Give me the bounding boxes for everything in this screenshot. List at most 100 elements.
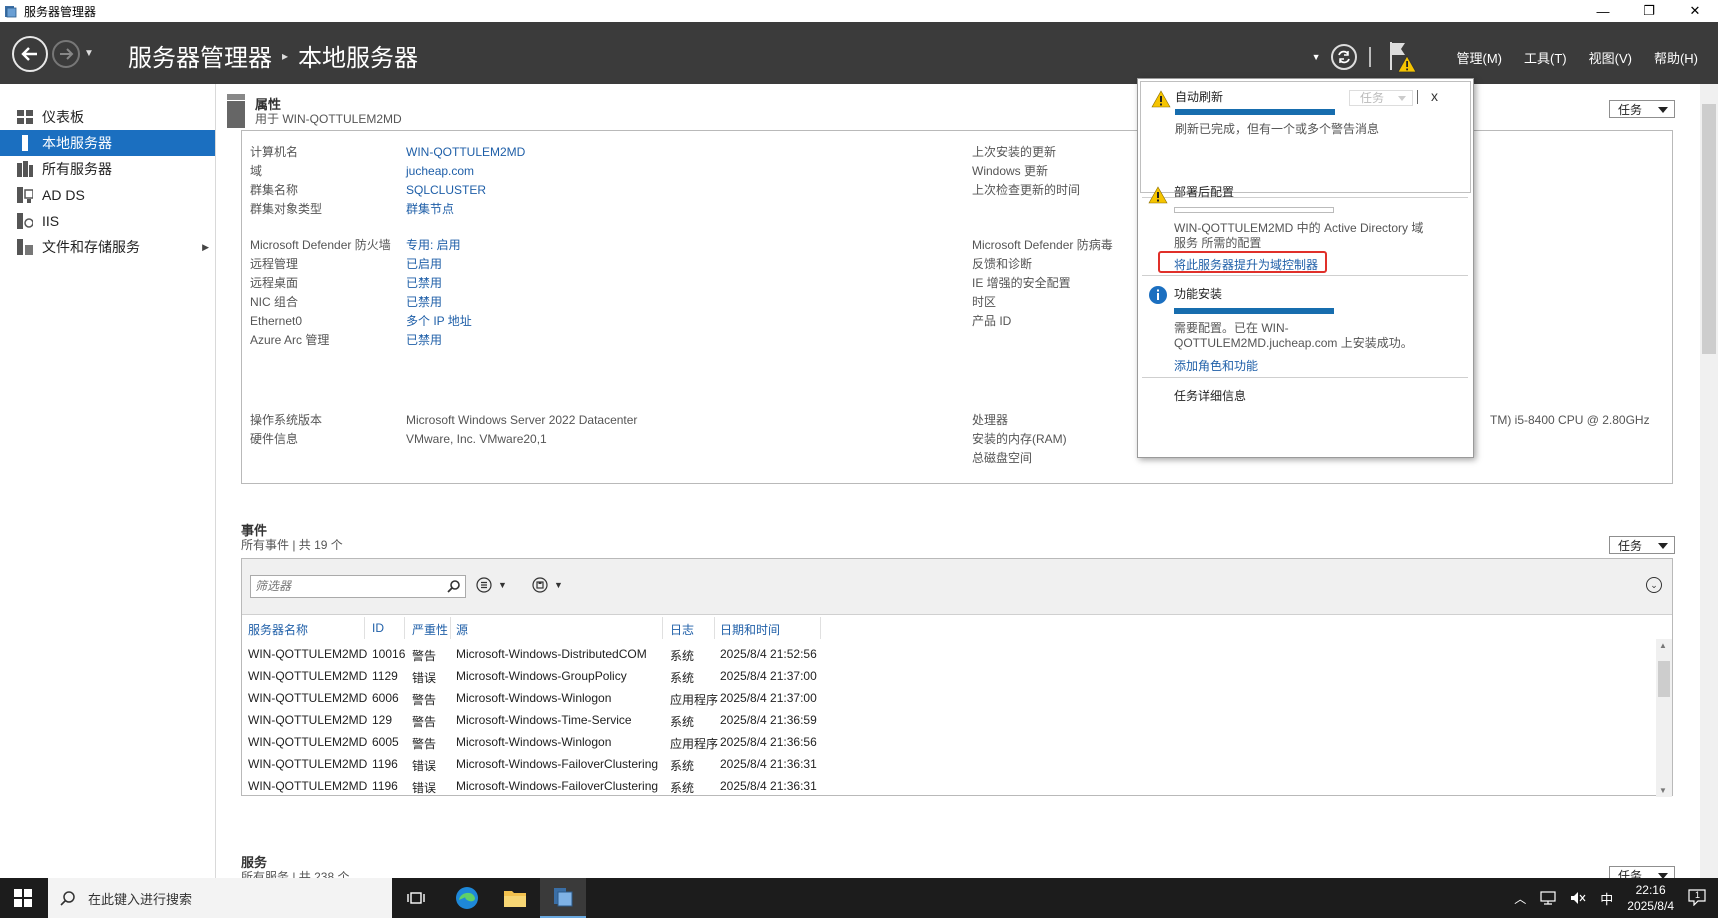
firewall-link[interactable]: 专用: 启用 bbox=[406, 236, 461, 255]
sidebar-item-iis[interactable]: IIS bbox=[0, 208, 215, 234]
menu-help[interactable]: 帮助(H) bbox=[1654, 48, 1698, 67]
azure-arc-link[interactable]: 已禁用 bbox=[406, 331, 442, 350]
table-cell: WIN-QOTTULEM2MD bbox=[248, 757, 368, 771]
sidebar-item-label: 文件和存储服务 bbox=[42, 239, 140, 255]
table-row[interactable]: WIN-QOTTULEM2MD 6005 警告 Microsoft-Windows-W… bbox=[242, 731, 1542, 753]
table-cell: 系统 bbox=[670, 759, 695, 773]
computer-name-link[interactable]: WIN-QOTTULEM2MD bbox=[406, 143, 525, 162]
collapse-toggle-button[interactable]: ⌄ bbox=[1646, 577, 1662, 593]
network-icon[interactable] bbox=[1540, 891, 1556, 905]
col-id[interactable]: ID bbox=[372, 621, 384, 635]
table-cell: 10016 bbox=[372, 647, 406, 661]
table-cell: 6005 bbox=[372, 735, 399, 749]
table-cell: 1196 bbox=[372, 757, 398, 771]
table-row[interactable]: WIN-QOTTULEM2MD 1196 错误 Microsoft-Windows-F… bbox=[242, 753, 1542, 775]
table-row[interactable]: WIN-QOTTULEM2MD 10016 警告 Microsoft-Windows-… bbox=[242, 643, 1542, 665]
table-row[interactable]: WIN-QOTTULEM2MD 1129 错误 Microsoft-Windows-G… bbox=[242, 665, 1542, 687]
search-icon[interactable] bbox=[447, 579, 461, 593]
restore-button[interactable]: ❐ bbox=[1626, 0, 1672, 22]
arrow-right-icon bbox=[60, 48, 74, 60]
progress-fill bbox=[1175, 109, 1335, 115]
table-cell: 系统 bbox=[670, 649, 695, 663]
services-tasks-dropdown[interactable]: 任务 bbox=[1609, 866, 1675, 878]
add-roles-features-link[interactable]: 添加角色和功能 bbox=[1174, 357, 1258, 374]
task-details-link[interactable]: 任务详细信息 bbox=[1174, 387, 1246, 404]
notification-center-button[interactable]: 1 bbox=[1688, 888, 1708, 908]
breadcrumb-root[interactable]: 服务器管理器 bbox=[128, 38, 272, 73]
col-server-name[interactable]: 服务器名称 bbox=[248, 621, 308, 638]
events-scrollbar[interactable]: ▲ ▼ bbox=[1656, 639, 1672, 797]
table-row[interactable]: WIN-QOTTULEM2MD 1196 错误 Microsoft-Windows-F… bbox=[242, 775, 1542, 797]
table-row[interactable]: WIN-QOTTULEM2MD 6006 警告 Microsoft-Windows-W… bbox=[242, 687, 1542, 709]
header-dropdown[interactable]: ▼ bbox=[1312, 52, 1321, 62]
server-tile-icon bbox=[227, 94, 245, 128]
post-deploy-text: WIN-QOTTULEM2MD 中的 Active Directory 域服务 … bbox=[1174, 221, 1424, 250]
close-button[interactable]: ✕ bbox=[1672, 0, 1718, 22]
chevron-down-icon: ▼ bbox=[554, 580, 563, 590]
table-cell: 应用程序 bbox=[670, 737, 719, 751]
menu-view[interactable]: 视图(V) bbox=[1589, 48, 1632, 67]
sidebar-item-all-servers[interactable]: 所有服务器 bbox=[0, 156, 215, 182]
volume-muted-icon[interactable] bbox=[1570, 891, 1586, 905]
sidebar-item-file-storage[interactable]: 文件和存储服务 ▶ bbox=[0, 234, 215, 260]
services-subtitle: 所有服务 | 共 238 个 bbox=[241, 870, 350, 878]
prop-label: 处理器 bbox=[972, 413, 1009, 427]
cluster-name-link[interactable]: SQLCLUSTER bbox=[406, 181, 486, 200]
table-cell: 2025/8/4 21:37:00 bbox=[720, 669, 817, 683]
task-view-button[interactable] bbox=[393, 878, 439, 918]
start-button[interactable] bbox=[14, 889, 32, 910]
table-cell: WIN-QOTTULEM2MD bbox=[248, 647, 368, 661]
breadcrumb-separator: ▸ bbox=[282, 48, 289, 63]
feature-install-text: 需要配置。已在 WIN-QOTTULEM2MD.jucheap.com 上安装成… bbox=[1174, 321, 1413, 350]
prop-label: 时区 bbox=[972, 295, 997, 309]
col-source[interactable]: 源 bbox=[456, 621, 468, 638]
events-tasks-dropdown[interactable]: 任务 bbox=[1609, 536, 1675, 554]
ime-indicator[interactable]: 中 bbox=[1600, 889, 1613, 908]
prop-label: Microsoft Defender 防病毒 bbox=[972, 238, 1113, 252]
save-query-button[interactable]: ▼ bbox=[532, 577, 563, 593]
history-dropdown[interactable]: ▼ bbox=[84, 48, 94, 59]
file-explorer-button[interactable] bbox=[492, 878, 538, 918]
forward-button[interactable] bbox=[52, 40, 80, 68]
sidebar-item-local-server[interactable]: 本地服务器 bbox=[0, 130, 215, 156]
nic-teaming-link[interactable]: 已禁用 bbox=[406, 293, 442, 312]
taskbar: 在此键入进行搜索 ︿ 中 22:16 2025/8/4 1 bbox=[0, 878, 1718, 918]
popup-close-button[interactable]: x bbox=[1431, 88, 1438, 104]
minimize-button[interactable]: — bbox=[1580, 0, 1626, 22]
menu-tools[interactable]: 工具(T) bbox=[1524, 48, 1567, 67]
remote-desktop-link[interactable]: 已禁用 bbox=[406, 274, 442, 293]
col-datetime[interactable]: 日期和时间 bbox=[720, 621, 780, 638]
menu-manage[interactable]: 管理(M) bbox=[1457, 48, 1503, 67]
main-scrollbar[interactable] bbox=[1700, 84, 1718, 878]
prop-label: 远程桌面 bbox=[250, 276, 299, 290]
properties-tasks-dropdown[interactable]: 任务 bbox=[1609, 100, 1675, 118]
edge-browser-button[interactable] bbox=[444, 878, 490, 918]
events-filter-input[interactable]: 筛选器 bbox=[250, 575, 466, 598]
notifications-flag-button[interactable] bbox=[1387, 40, 1417, 74]
refresh-button[interactable] bbox=[1330, 44, 1357, 70]
domain-link[interactable]: jucheap.com bbox=[406, 162, 474, 181]
col-severity[interactable]: 严重性 bbox=[412, 621, 448, 638]
header-bar: ▼ 服务器管理器 ▸ 本地服务器 ▼ 管理(M) 工具(T) 视图(V) 帮助(… bbox=[0, 22, 1718, 84]
feature-install-progress bbox=[1174, 308, 1334, 314]
notifications-popup: 自动刷新 任务 x 刷新已完成，但有一个或多个警告消息 部署后配置 WIN-QO… bbox=[1137, 78, 1474, 458]
expand-arrow-icon[interactable]: ▶ bbox=[202, 242, 209, 253]
sidebar-item-dashboard[interactable]: 仪表板 bbox=[0, 104, 215, 130]
remote-management-link[interactable]: 已启用 bbox=[406, 255, 442, 274]
ethernet-link[interactable]: 多个 IP 地址 bbox=[406, 312, 472, 331]
window-titlebar: 服务器管理器 — ❐ ✕ bbox=[0, 0, 1718, 22]
server-manager-taskbar-button[interactable] bbox=[540, 878, 586, 918]
prop-label: 群集对象类型 bbox=[250, 202, 323, 216]
progress-fill bbox=[1174, 308, 1334, 314]
taskbar-search-box[interactable]: 在此键入进行搜索 bbox=[48, 878, 392, 918]
table-row[interactable]: WIN-QOTTULEM2MD 129 警告 Microsoft-Windows-Ti… bbox=[242, 709, 1542, 731]
clock[interactable]: 22:16 2025/8/4 bbox=[1627, 882, 1674, 914]
popup-tasks-dropdown[interactable]: 任务 bbox=[1349, 90, 1413, 106]
table-cell: Microsoft-Windows-Time-Service bbox=[456, 713, 632, 727]
back-button[interactable] bbox=[12, 36, 48, 72]
list-options-button[interactable]: ▼ bbox=[476, 577, 507, 593]
sidebar-item-ad-ds[interactable]: AD DS bbox=[0, 182, 215, 208]
col-log[interactable]: 日志 bbox=[670, 621, 694, 638]
chevron-up-icon[interactable]: ︿ bbox=[1514, 890, 1526, 907]
cluster-type-link[interactable]: 群集节点 bbox=[406, 200, 454, 219]
